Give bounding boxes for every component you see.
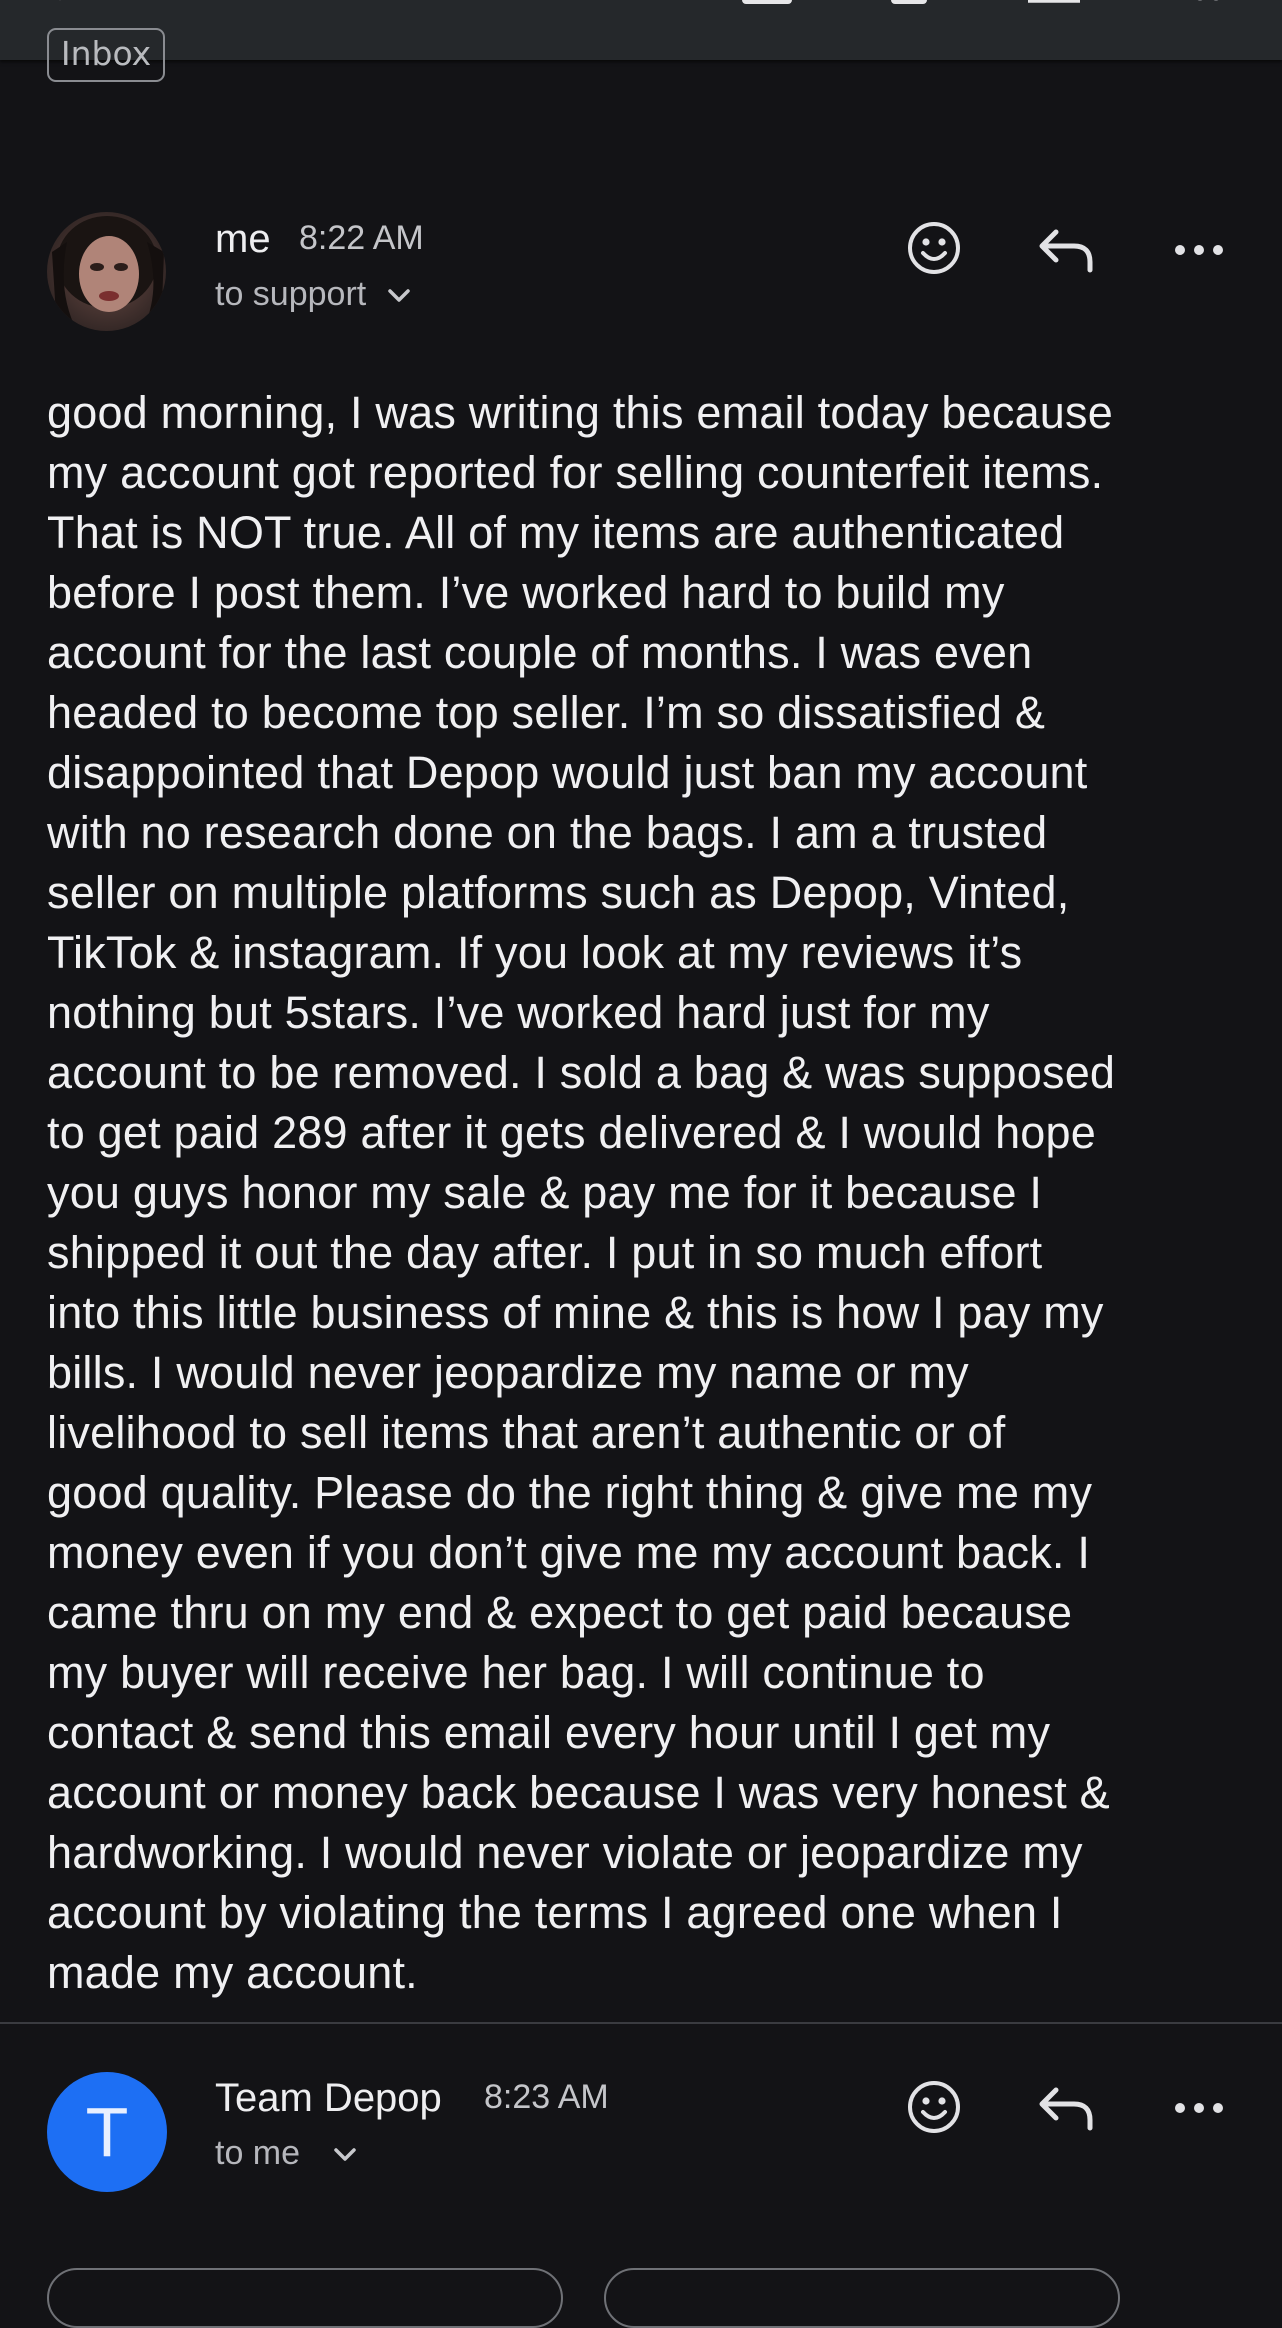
avatar[interactable]: T [47, 2072, 167, 2192]
message-time: 8:22 AM [299, 219, 424, 257]
message-time: 8:23 AM [484, 2078, 609, 2116]
reply-icon[interactable] [1036, 226, 1096, 276]
top-app-bar [0, 0, 1282, 60]
more-options-icon[interactable] [1170, 242, 1228, 258]
label-chip-inbox[interactable]: Inbox [47, 28, 165, 82]
profile-photo [47, 212, 166, 331]
reply-all-action-chip[interactable] [604, 2268, 1120, 2328]
recipient-label: to support [215, 275, 367, 313]
chevron-down-icon [333, 2148, 356, 2161]
back-icon[interactable] [48, 0, 84, 4]
recipient-line[interactable]: to me [215, 2134, 360, 2173]
recipient-label: to me [215, 2134, 301, 2172]
more-vert-icon[interactable] [1188, 0, 1228, 4]
sender-name: me [215, 217, 271, 261]
message-divider [0, 2022, 1282, 2024]
message-body: good morning, I was writing this email t… [47, 387, 1116, 1998]
mail-icon[interactable] [1026, 0, 1082, 4]
chevron-down-icon [387, 289, 410, 302]
sender-name: Team Depop [215, 2076, 442, 2120]
emoji-react-icon[interactable] [906, 2079, 962, 2135]
archive-icon[interactable] [740, 0, 794, 6]
avatar[interactable] [47, 212, 166, 331]
more-options-icon[interactable] [1170, 2100, 1228, 2116]
delete-icon[interactable] [888, 0, 930, 6]
reply-icon[interactable] [1036, 2084, 1096, 2134]
emoji-react-icon[interactable] [906, 220, 962, 276]
reply-action-chip[interactable] [47, 2268, 563, 2328]
recipient-line[interactable]: to support [215, 275, 412, 314]
